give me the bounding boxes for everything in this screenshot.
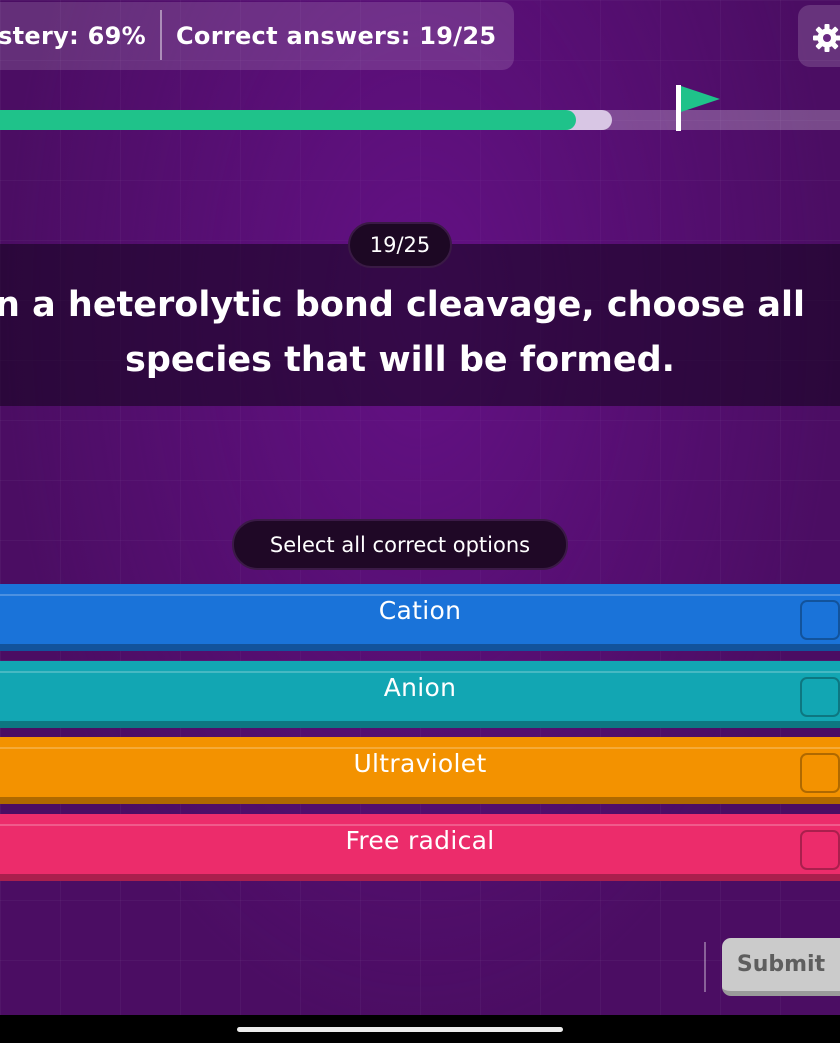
- stats-divider: [160, 10, 162, 60]
- option-free-radical[interactable]: Free radical: [0, 814, 840, 881]
- option-ultraviolet[interactable]: Ultraviolet: [0, 737, 840, 804]
- mastery-stat: astery: 69%: [0, 22, 146, 50]
- option-label: Cation: [378, 596, 462, 625]
- gear-icon: [813, 24, 840, 52]
- checkbox-icon[interactable]: [800, 677, 840, 717]
- home-indicator[interactable]: [237, 1027, 563, 1032]
- stats-bar: astery: 69% Correct answers: 19/25: [0, 2, 514, 70]
- question-text: n a heterolytic bond cleavage, choose al…: [0, 285, 805, 380]
- option-label: Free radical: [345, 826, 495, 855]
- submit-divider: [704, 942, 706, 992]
- option-anion[interactable]: Anion: [0, 661, 840, 728]
- checkbox-icon[interactable]: [800, 600, 840, 640]
- select-all-hint: Select all correct options: [232, 519, 568, 570]
- option-label: Ultraviolet: [353, 749, 487, 778]
- question-counter: 19/25: [348, 222, 452, 268]
- correct-answers-stat: Correct answers: 19/25: [176, 22, 497, 50]
- checkbox-icon[interactable]: [800, 753, 840, 793]
- option-label: Anion: [383, 673, 457, 702]
- checkbox-icon[interactable]: [800, 830, 840, 870]
- submit-button[interactable]: Submit: [722, 938, 840, 996]
- settings-button[interactable]: [798, 5, 840, 67]
- progress-fill: [0, 110, 576, 130]
- flag-icon: [676, 85, 720, 131]
- option-cation[interactable]: Cation: [0, 584, 840, 651]
